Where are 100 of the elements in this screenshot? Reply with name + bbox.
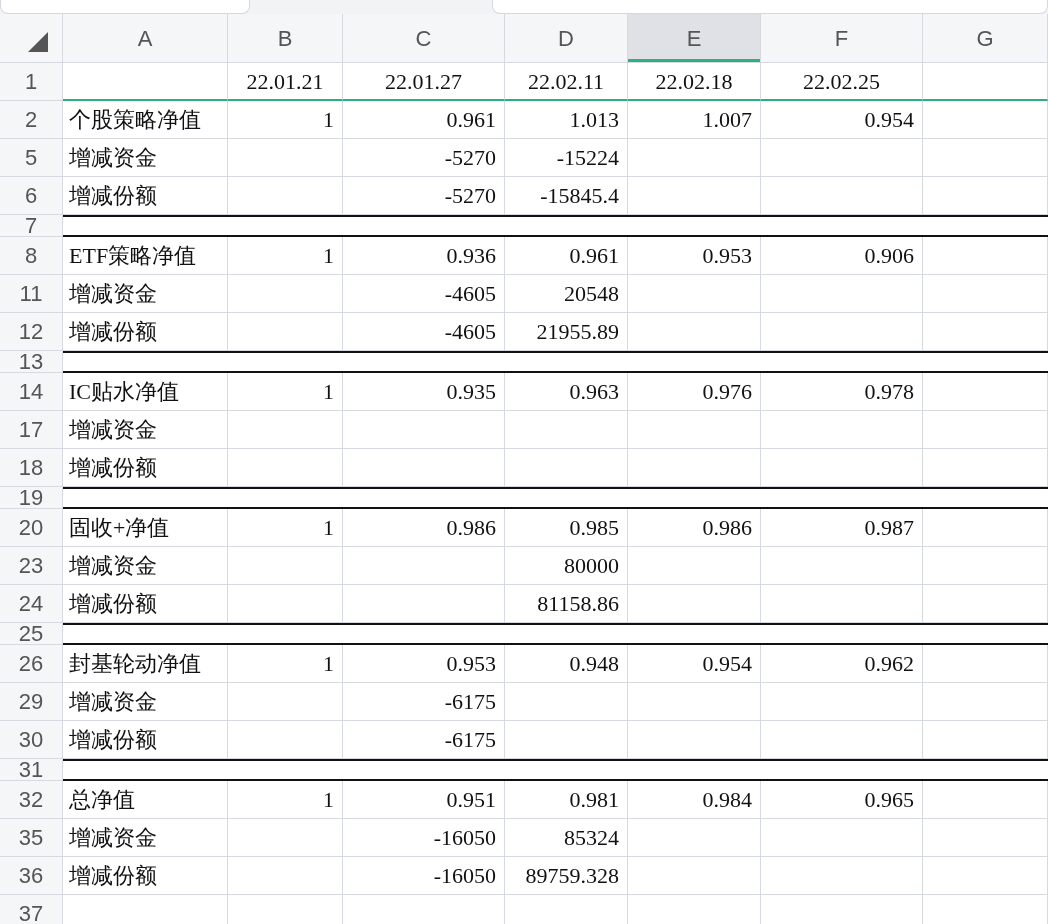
table-cell[interactable]: 1.013 bbox=[505, 101, 628, 139]
table-cell[interactable]: 总净值 bbox=[63, 781, 228, 819]
table-cell[interactable] bbox=[343, 487, 505, 509]
table-cell[interactable] bbox=[63, 759, 228, 781]
column-header[interactable]: C bbox=[343, 14, 505, 63]
table-cell[interactable]: 1.007 bbox=[628, 101, 761, 139]
table-cell[interactable]: 增减资金 bbox=[63, 139, 228, 177]
table-cell[interactable] bbox=[228, 623, 343, 645]
table-cell[interactable]: 增减资金 bbox=[63, 683, 228, 721]
row-header[interactable]: 30 bbox=[0, 721, 63, 759]
table-cell[interactable]: 0.978 bbox=[761, 373, 923, 411]
table-cell[interactable] bbox=[228, 351, 343, 373]
row-header[interactable]: 18 bbox=[0, 449, 63, 487]
row-header[interactable]: 23 bbox=[0, 547, 63, 585]
row-header[interactable]: 7 bbox=[0, 215, 63, 237]
table-cell[interactable]: 增减资金 bbox=[63, 275, 228, 313]
table-cell[interactable] bbox=[505, 215, 628, 237]
table-cell[interactable]: -16050 bbox=[343, 819, 505, 857]
table-cell[interactable]: 1 bbox=[228, 101, 343, 139]
row-header[interactable]: 12 bbox=[0, 313, 63, 351]
table-cell[interactable]: 81158.86 bbox=[505, 585, 628, 623]
table-cell[interactable] bbox=[343, 623, 505, 645]
table-cell[interactable]: 固收+净值 bbox=[63, 509, 228, 547]
table-cell[interactable] bbox=[761, 215, 923, 237]
table-cell[interactable]: 22.02.25 bbox=[761, 63, 923, 101]
table-cell[interactable] bbox=[761, 623, 923, 645]
row-header[interactable]: 35 bbox=[0, 819, 63, 857]
row-header[interactable]: 31 bbox=[0, 759, 63, 781]
table-cell[interactable]: 0.961 bbox=[505, 237, 628, 275]
table-cell[interactable]: 0.965 bbox=[761, 781, 923, 819]
table-cell[interactable] bbox=[228, 759, 343, 781]
table-cell[interactable]: 0.981 bbox=[505, 781, 628, 819]
table-cell[interactable]: 0.986 bbox=[628, 509, 761, 547]
table-cell[interactable]: 0.935 bbox=[343, 373, 505, 411]
table-cell[interactable] bbox=[923, 351, 1048, 373]
row-header[interactable]: 11 bbox=[0, 275, 63, 313]
column-header[interactable]: E bbox=[628, 14, 761, 63]
table-cell[interactable]: 封基轮动净值 bbox=[63, 645, 228, 683]
table-cell[interactable]: 0.963 bbox=[505, 373, 628, 411]
row-header[interactable]: 24 bbox=[0, 585, 63, 623]
table-cell[interactable] bbox=[505, 759, 628, 781]
table-cell[interactable]: 0.961 bbox=[343, 101, 505, 139]
row-header[interactable]: 8 bbox=[0, 237, 63, 275]
row-header[interactable]: 1 bbox=[0, 63, 63, 101]
table-cell[interactable]: 22.01.27 bbox=[343, 63, 505, 101]
table-cell[interactable]: 89759.328 bbox=[505, 857, 628, 895]
table-cell[interactable]: 0.984 bbox=[628, 781, 761, 819]
table-cell[interactable]: -6175 bbox=[343, 683, 505, 721]
table-cell[interactable] bbox=[505, 623, 628, 645]
table-cell[interactable] bbox=[628, 759, 761, 781]
table-cell[interactable]: 1 bbox=[228, 373, 343, 411]
table-cell[interactable] bbox=[505, 487, 628, 509]
table-cell[interactable] bbox=[228, 487, 343, 509]
table-cell[interactable] bbox=[923, 623, 1048, 645]
table-cell[interactable] bbox=[343, 351, 505, 373]
table-cell[interactable]: 85324 bbox=[505, 819, 628, 857]
column-header[interactable]: F bbox=[761, 14, 923, 63]
table-cell[interactable]: 22.02.11 bbox=[505, 63, 628, 101]
row-header[interactable]: 32 bbox=[0, 781, 63, 819]
row-header[interactable]: 26 bbox=[0, 645, 63, 683]
row-header[interactable]: 14 bbox=[0, 373, 63, 411]
table-cell[interactable]: 0.954 bbox=[761, 101, 923, 139]
table-cell[interactable]: 0.953 bbox=[343, 645, 505, 683]
table-cell[interactable]: 0.987 bbox=[761, 509, 923, 547]
table-cell[interactable]: -16050 bbox=[343, 857, 505, 895]
row-header[interactable]: 29 bbox=[0, 683, 63, 721]
table-cell[interactable] bbox=[761, 759, 923, 781]
table-cell[interactable]: -15224 bbox=[505, 139, 628, 177]
tab[interactable] bbox=[0, 0, 250, 14]
row-header[interactable]: 2 bbox=[0, 101, 63, 139]
column-header[interactable]: D bbox=[505, 14, 628, 63]
table-cell[interactable]: -6175 bbox=[343, 721, 505, 759]
table-cell[interactable]: 增减份额 bbox=[63, 721, 228, 759]
table-cell[interactable]: IC贴水净值 bbox=[63, 373, 228, 411]
table-cell[interactable]: 1 bbox=[228, 781, 343, 819]
row-header[interactable]: 5 bbox=[0, 139, 63, 177]
table-cell[interactable]: -5270 bbox=[343, 177, 505, 215]
table-cell[interactable] bbox=[923, 487, 1048, 509]
table-cell[interactable]: -4605 bbox=[343, 275, 505, 313]
table-cell[interactable]: 增减份额 bbox=[63, 857, 228, 895]
row-header[interactable]: 36 bbox=[0, 857, 63, 895]
table-cell[interactable]: 增减资金 bbox=[63, 819, 228, 857]
table-cell[interactable] bbox=[63, 215, 228, 237]
table-cell[interactable]: 增减份额 bbox=[63, 449, 228, 487]
table-cell[interactable]: 22.02.18 bbox=[628, 63, 761, 101]
table-cell[interactable]: 0.954 bbox=[628, 645, 761, 683]
table-cell[interactable] bbox=[923, 215, 1048, 237]
row-header[interactable]: 25 bbox=[0, 623, 63, 645]
table-cell[interactable] bbox=[761, 487, 923, 509]
table-cell[interactable]: 增减份额 bbox=[63, 313, 228, 351]
table-cell[interactable] bbox=[228, 215, 343, 237]
row-header[interactable]: 37 bbox=[0, 895, 63, 924]
table-cell[interactable]: 个股策略净值 bbox=[63, 101, 228, 139]
table-cell[interactable] bbox=[628, 623, 761, 645]
table-cell[interactable]: 0.986 bbox=[343, 509, 505, 547]
table-cell[interactable]: 80000 bbox=[505, 547, 628, 585]
table-cell[interactable]: 0.948 bbox=[505, 645, 628, 683]
table-cell[interactable]: 0.962 bbox=[761, 645, 923, 683]
table-cell[interactable]: -5270 bbox=[343, 139, 505, 177]
table-cell[interactable]: 22.01.21 bbox=[228, 63, 343, 101]
